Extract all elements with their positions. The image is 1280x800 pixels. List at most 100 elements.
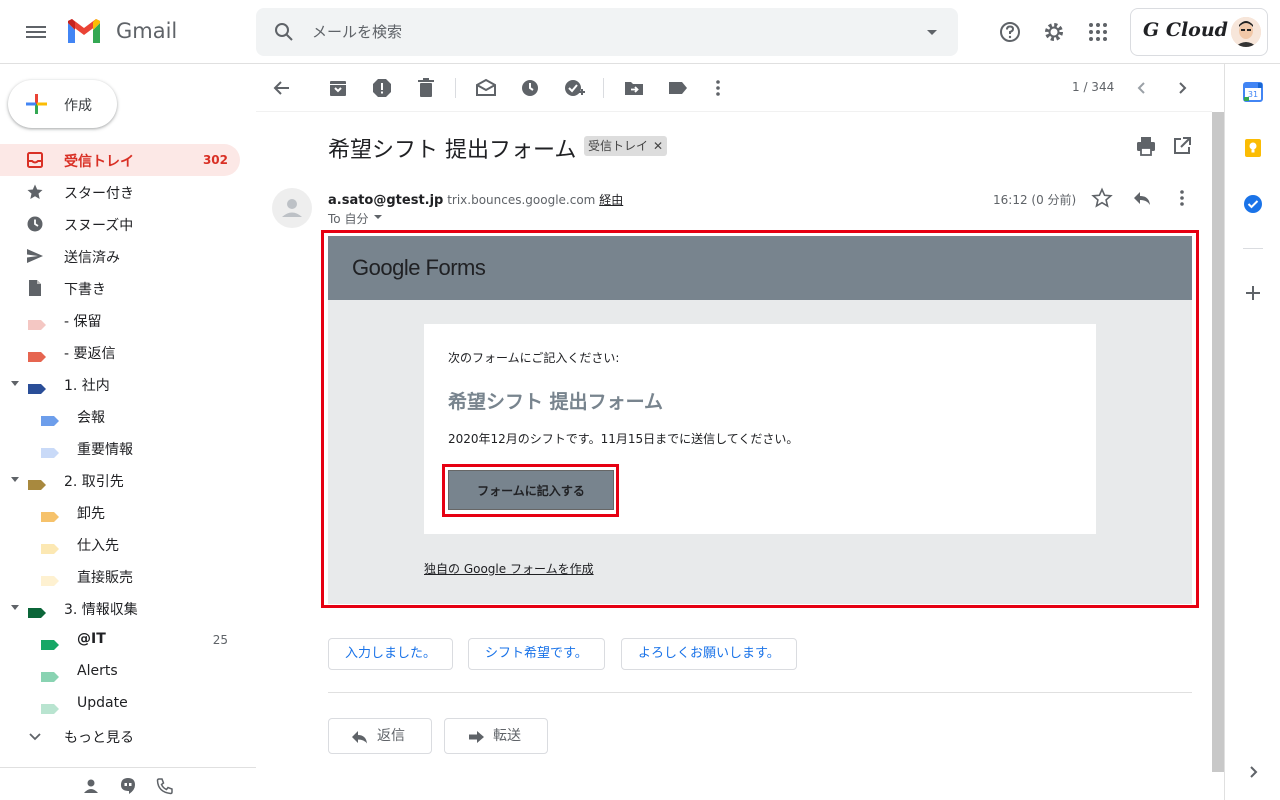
message-timestamp: 16:12 (0 分前) [993,193,1077,207]
account-switcher[interactable]: G Cloud [1130,8,1268,56]
label-tag-icon [41,667,59,682]
archive-icon[interactable] [326,76,350,100]
hangouts-bar [0,767,256,800]
tasks-icon[interactable] [1243,194,1263,214]
inbox-icon [26,151,44,169]
more-vert-icon[interactable] [706,76,730,100]
divider [328,692,1192,693]
gmail-logo-icon[interactable] [66,19,102,49]
sidebar-item-label-important[interactable]: 重要情報 [0,432,240,464]
message-toolbar: 1 / 344 [256,64,1212,112]
search-input[interactable] [312,20,872,44]
sidebar-item-inbox[interactable]: 受信トレイ 302 [0,144,240,176]
compose-button[interactable]: 作成 [8,80,117,128]
apps-grid-icon[interactable] [1082,16,1114,48]
sidebar-item-label-alerts[interactable]: Alerts [0,656,240,688]
sidebar-item-label-suppliers[interactable]: 仕入先 [0,528,240,560]
search-icon[interactable] [272,20,296,48]
sidebar-item-label: 重要情報 [77,442,133,458]
highlight-frame-form-button [442,464,619,517]
chevron-down-icon [26,727,44,745]
add-to-tasks-icon[interactable] [562,76,586,100]
highlight-frame-email-body [321,230,1199,608]
sidebar-item-label-newsletter[interactable]: 会報 [0,400,240,432]
sidebar-item-label: 直接販売 [77,570,133,586]
sidebar-item-label: - 保留 [64,314,102,330]
move-to-icon[interactable] [622,76,646,100]
snooze-clock-icon[interactable] [518,76,542,100]
sidebar-item-label-update[interactable]: Update [0,688,240,720]
expand-caret-icon[interactable] [11,477,19,482]
panel-divider [1243,248,1263,249]
recipient-details-caret-icon[interactable] [372,211,384,223]
label-tag-icon [28,603,46,618]
reply-icon[interactable] [1130,186,1154,210]
sidebar-item-label: 仕入先 [77,538,119,554]
sidebar-item-label-wholesale[interactable]: 卸先 [0,496,240,528]
sidebar-item-more[interactable]: もっと見る [0,720,240,752]
sidebar-item-label: @IT [77,631,106,647]
sidebar-item-label: もっと見る [64,730,134,746]
sender-email[interactable]: a.sato@gtest.jp [328,193,443,208]
star-outline-icon[interactable] [1090,186,1114,210]
sidebar-item-label: スター付き [64,186,134,202]
chevron-left-icon[interactable] [1130,76,1154,100]
settings-gear-icon[interactable] [1038,16,1070,48]
sidebar-item-label: 2. 取引先 [64,474,124,490]
print-icon[interactable] [1134,134,1158,158]
sidebar-item-label-atit[interactable]: @IT 25 [0,624,240,656]
main-menu-icon[interactable] [20,16,52,48]
sidebar-item-label-info[interactable]: 3. 情報収集 [0,592,240,624]
smart-reply-chip[interactable]: シフト希望です。 [468,638,605,670]
keep-icon[interactable] [1243,138,1263,158]
reply-button[interactable]: 返信 [328,718,432,754]
label-tag-icon[interactable] [666,76,690,100]
expand-panel-chevron-icon[interactable] [1243,762,1263,782]
smart-reply-chip[interactable]: よろしくお願いします。 [621,638,797,670]
sender-avatar[interactable] [272,188,312,228]
smart-reply-chip[interactable]: 入力しました。 [328,638,454,670]
clock-icon [26,215,44,233]
search-bar[interactable] [256,8,958,56]
calendar-icon[interactable]: 31 [1243,82,1263,102]
sidebar-item-label: 3. 情報収集 [64,602,138,618]
sidebar-item-snoozed[interactable]: スヌーズ中 [0,208,240,240]
more-vert-icon[interactable] [1170,186,1194,210]
app-name[interactable]: Gmail [116,19,177,43]
sidebar-item-label-reply[interactable]: - 要返信 [0,336,240,368]
recipient-line[interactable]: To 自分 [328,210,384,227]
expand-caret-icon[interactable] [11,381,19,386]
add-addon-plus-icon[interactable] [1243,283,1263,303]
avatar[interactable] [1231,17,1261,47]
sidebar-item-starred[interactable]: スター付き [0,176,240,208]
unread-count: 302 [202,153,228,167]
person-icon[interactable] [82,777,100,795]
label-tag-icon [28,379,46,394]
sidebar-item-label-direct-sales[interactable]: 直接販売 [0,560,240,592]
delete-trash-icon[interactable] [414,76,438,100]
back-arrow-icon[interactable] [270,76,294,100]
expand-caret-icon[interactable] [11,605,19,610]
sidebar-item-label-hold[interactable]: - 保留 [0,304,240,336]
search-options-icon[interactable] [920,20,944,48]
chevron-right-icon[interactable] [1170,76,1194,100]
remove-label-icon[interactable]: ✕ [653,139,663,153]
hangouts-icon[interactable] [119,777,137,795]
phone-icon[interactable] [156,777,174,795]
help-icon[interactable] [994,16,1026,48]
recipient-text: To 自分 [328,212,369,226]
draft-icon [26,279,44,297]
label-tag-icon [41,571,59,586]
message-scrollbar[interactable] [1212,112,1224,772]
forward-button[interactable]: 転送 [444,718,548,754]
side-panel: 31 [1224,64,1280,800]
forward-label: 転送 [493,728,521,744]
sidebar-item-label-clients[interactable]: 2. 取引先 [0,464,240,496]
report-spam-icon[interactable] [370,76,394,100]
via-link[interactable]: 経由 [599,193,623,207]
sidebar-item-label-internal[interactable]: 1. 社内 [0,368,240,400]
open-in-new-window-icon[interactable] [1170,134,1194,158]
mark-unread-icon[interactable] [474,76,498,100]
sidebar-item-sent[interactable]: 送信済み [0,240,240,272]
sidebar-item-drafts[interactable]: 下書き [0,272,240,304]
